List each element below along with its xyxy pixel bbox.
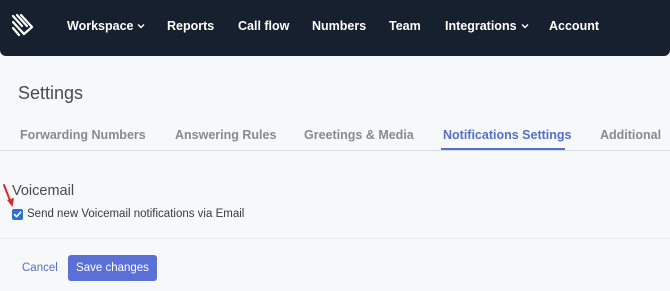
form-divider [0, 238, 670, 239]
red-arrow-icon [3, 184, 14, 207]
section-title-voicemail: Voicemail [12, 183, 75, 199]
chevron-down-icon [137, 24, 145, 29]
nav-item-label: Reports [167, 19, 215, 33]
save-changes-button[interactable]: Save changes [68, 255, 157, 281]
nav-item-reports[interactable]: Reports [167, 18, 214, 34]
nav-item-team[interactable]: Team [389, 18, 421, 34]
nav-item-label: Team [389, 19, 421, 33]
nav-item-call-flow[interactable]: Call flow [238, 18, 289, 34]
tab-answering-rules[interactable]: Answering Rules [175, 128, 276, 142]
voicemail-email-notification-option[interactable]: Send new Voicemail notifications via Ema… [12, 208, 244, 220]
nav-item-label: Numbers [312, 19, 367, 33]
voicemail-email-checkbox[interactable] [12, 208, 23, 220]
checkmark-icon [13, 210, 22, 217]
nav-item-label: Integrations [445, 19, 517, 33]
tab-notifications-settings[interactable]: Notifications Settings [443, 128, 571, 142]
chevron-down-icon [521, 24, 529, 29]
nav-item-workspace[interactable]: Workspace [67, 18, 145, 34]
top-navbar: Workspace Reports Call flow Numbers Team… [0, 0, 670, 56]
nav-item-account[interactable]: Account [549, 18, 599, 34]
cancel-button[interactable]: Cancel [22, 262, 58, 274]
tab-forwarding-numbers[interactable]: Forwarding Numbers [20, 128, 146, 142]
tab-greetings-media[interactable]: Greetings & Media [304, 128, 414, 142]
tab-additional[interactable]: Additional [600, 128, 661, 142]
tabs-divider [0, 150, 670, 151]
nav-item-label: Account [549, 19, 599, 33]
brand-logo-icon[interactable] [10, 12, 36, 38]
page-title: Settings [18, 83, 84, 103]
voicemail-email-checkbox-label[interactable]: Send new Voicemail notifications via Ema… [27, 208, 244, 220]
nav-item-label: Call flow [238, 19, 290, 33]
nav-item-label: Workspace [67, 19, 134, 33]
nav-item-integrations[interactable]: Integrations [445, 18, 529, 34]
nav-item-numbers[interactable]: Numbers [312, 18, 366, 34]
